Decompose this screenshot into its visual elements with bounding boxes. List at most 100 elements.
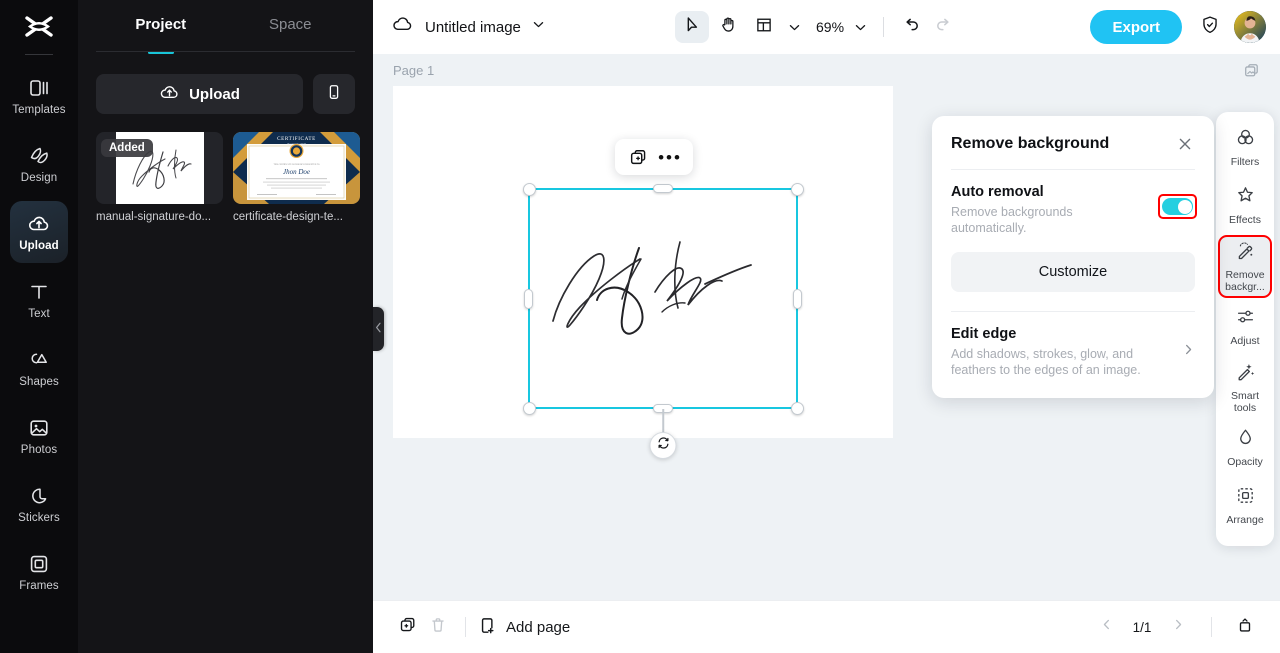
- hand-tool-button[interactable]: [711, 11, 745, 43]
- canvas-area[interactable]: Page 1 ••• Filters Effects Remove backgr…: [373, 54, 1280, 600]
- rotate-handle[interactable]: [649, 432, 677, 459]
- sidebar-item-upload[interactable]: Upload: [10, 201, 68, 263]
- select-tool-button[interactable]: [675, 11, 709, 43]
- page-header: Page 1: [393, 62, 1260, 79]
- tab-space[interactable]: Space: [226, 0, 356, 52]
- stickers-icon: [27, 484, 51, 508]
- resize-handle-right[interactable]: [793, 288, 802, 309]
- panel-tabs: Project Space: [78, 0, 373, 52]
- page-canvas[interactable]: •••: [393, 86, 893, 459]
- undo-button[interactable]: [896, 12, 926, 42]
- sidebar-item-label: Shapes: [19, 375, 59, 388]
- sidebar-item-shapes[interactable]: Shapes: [10, 337, 68, 399]
- pager-group: 1/1: [1091, 612, 1260, 642]
- templates-icon: [27, 76, 51, 100]
- previous-page-button[interactable]: [1091, 612, 1121, 642]
- tool-effects[interactable]: Effects: [1219, 178, 1271, 234]
- trash-icon: [429, 616, 447, 639]
- page-label: Page 1: [393, 63, 435, 78]
- cursor-arrow-icon: [683, 15, 702, 39]
- sidebar-item-photos[interactable]: Photos: [10, 405, 68, 467]
- bottom-toolbar: Add page 1/1: [373, 600, 1280, 653]
- edit-edge-title: Edit edge: [951, 326, 1017, 342]
- smart-tools-icon: [1235, 361, 1256, 387]
- layout-grid-icon: [755, 16, 773, 39]
- resize-handle-bottom-right[interactable]: [790, 401, 804, 415]
- panel-collapse-handle[interactable]: [373, 307, 384, 351]
- redo-button[interactable]: [928, 12, 958, 42]
- add-page-label: Add page: [506, 618, 571, 636]
- auto-removal-toggle[interactable]: [1162, 198, 1193, 215]
- tool-filters[interactable]: Filters: [1219, 120, 1271, 176]
- shapes-icon: [27, 348, 51, 372]
- resize-handle-top-left[interactable]: [522, 182, 536, 196]
- duplicate-page-button[interactable]: [393, 612, 423, 642]
- tab-project[interactable]: Project: [96, 0, 226, 52]
- sidebar-item-design[interactable]: Design: [10, 133, 68, 195]
- next-page-button[interactable]: [1163, 612, 1193, 642]
- avatar[interactable]: [1234, 11, 1266, 43]
- list-item[interactable]: CERTIFICATE OF GRADUATION THIS CERTIFICA…: [233, 132, 360, 223]
- image-selection-box[interactable]: [522, 182, 804, 459]
- expand-panel-icon: [1236, 616, 1254, 639]
- customize-button[interactable]: Customize: [951, 252, 1195, 292]
- auto-removal-title: Auto removal: [951, 184, 1044, 200]
- app-root: Templates Design Upload Text Shapes Phot…: [0, 0, 1280, 653]
- upload-button[interactable]: Upload: [96, 74, 303, 114]
- add-page-button[interactable]: Add page: [478, 616, 570, 639]
- photos-icon: [27, 416, 51, 440]
- resize-handle-top[interactable]: [653, 184, 673, 193]
- sidebar-item-templates[interactable]: Templates: [10, 65, 68, 127]
- zoom-level-label[interactable]: 69%: [807, 19, 847, 35]
- sidebar-item-frames[interactable]: Frames: [10, 541, 68, 603]
- sidebar-item-label: Photos: [20, 443, 58, 456]
- uploads-list: Added manual-signature-do... CERTIFICATE…: [78, 114, 373, 223]
- chevron-down-icon[interactable]: [532, 18, 545, 36]
- zoom-chevron-down-icon[interactable]: [849, 12, 871, 42]
- tool-label: Remove backgr...: [1225, 269, 1265, 293]
- tool-remove-background[interactable]: Remove backgr...: [1218, 235, 1272, 298]
- thumbnail-certificate[interactable]: CERTIFICATE OF GRADUATION THIS CERTIFICA…: [233, 132, 360, 204]
- tool-smart-tools[interactable]: Smart tools: [1219, 357, 1271, 418]
- more-options-icon[interactable]: •••: [658, 145, 682, 169]
- delete-page-button[interactable]: [423, 612, 453, 642]
- upload-cloud-icon: [27, 212, 51, 236]
- thumbnail-signature[interactable]: Added: [96, 132, 223, 204]
- upload-cloud-icon: [159, 82, 180, 107]
- layout-tool-button[interactable]: [747, 11, 781, 43]
- resize-handle-left[interactable]: [524, 288, 533, 309]
- sidebar-item-stickers[interactable]: Stickers: [10, 473, 68, 535]
- export-button[interactable]: Export: [1090, 10, 1182, 44]
- sidebar-item-label: Upload: [19, 239, 59, 252]
- security-button[interactable]: [1195, 12, 1225, 42]
- chevron-left-icon: [375, 320, 382, 338]
- edit-edge-row[interactable]: Edit edge Add shadows, strokes, glow, an…: [951, 326, 1195, 378]
- duplicate-page-icon[interactable]: [1243, 62, 1260, 79]
- resize-handle-top-right[interactable]: [790, 182, 804, 196]
- tool-adjust[interactable]: Adjust: [1219, 299, 1271, 355]
- close-icon[interactable]: [1175, 134, 1195, 154]
- expand-panel-button[interactable]: [1230, 612, 1260, 642]
- tool-opacity[interactable]: Opacity: [1219, 420, 1271, 476]
- auto-removal-row: Auto removal Remove backgrounds automati…: [951, 184, 1197, 236]
- layout-chevron-down-icon[interactable]: [783, 12, 805, 42]
- add-page-icon: [478, 616, 497, 639]
- tool-label: Adjust: [1230, 335, 1260, 348]
- design-icon: [27, 144, 51, 168]
- edit-edge-text: Edit edge Add shadows, strokes, glow, an…: [951, 326, 1151, 378]
- adjust-sliders-icon: [1235, 306, 1256, 332]
- list-item[interactable]: Added manual-signature-do...: [96, 132, 223, 223]
- duplicate-layer-icon[interactable]: [626, 145, 650, 169]
- chevron-right-icon[interactable]: [1174, 343, 1195, 361]
- filters-icon: [1235, 127, 1256, 153]
- top-toolbar: Untitled image 69% Export: [373, 0, 1280, 54]
- sidebar-item-text[interactable]: Text: [10, 269, 68, 331]
- document-title-button[interactable]: Untitled image: [391, 13, 545, 41]
- opacity-drop-icon: [1235, 427, 1256, 453]
- text-icon: [27, 280, 51, 304]
- upload-from-mobile-button[interactable]: [313, 74, 355, 114]
- list-item-label: certificate-design-te...: [233, 211, 343, 223]
- resize-handle-bottom-left[interactable]: [522, 401, 536, 415]
- tool-arrange[interactable]: Arrange: [1219, 478, 1271, 534]
- chevron-left-icon: [1100, 618, 1113, 636]
